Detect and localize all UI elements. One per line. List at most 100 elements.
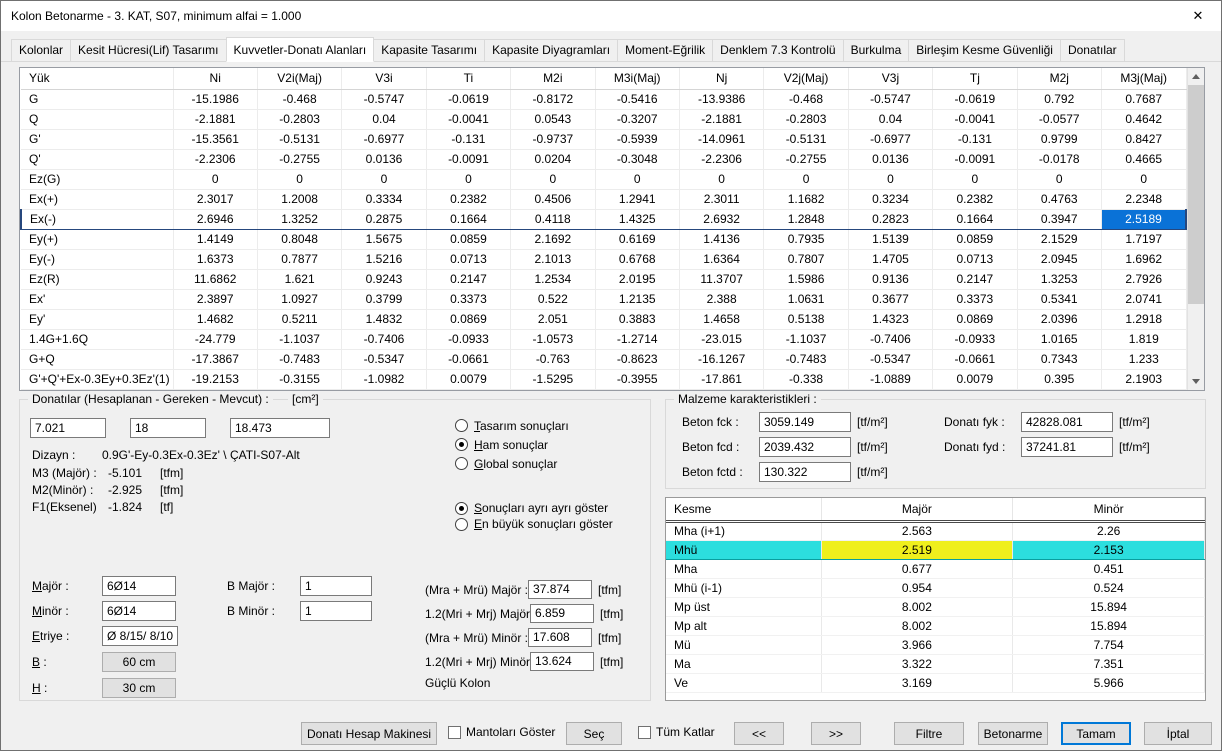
forces-cell[interactable]: 0.6169 bbox=[595, 229, 679, 249]
forces-row-10[interactable]: Ez(R)11.68621.6210.92430.21471.25342.019… bbox=[21, 269, 1186, 289]
shear-row-7[interactable]: Mü3.9667.754 bbox=[666, 635, 1205, 654]
capacity-value-field[interactable]: 17.608 bbox=[528, 628, 592, 647]
forces-row-11[interactable]: Ex'2.38971.09270.37990.33730.5221.21352.… bbox=[21, 289, 1186, 309]
forces-cell[interactable]: 0 bbox=[511, 169, 595, 189]
forces-cell[interactable]: 2.0195 bbox=[595, 269, 679, 289]
forces-cell[interactable]: 0.3334 bbox=[342, 189, 426, 209]
forces-cell[interactable]: 1.4832 bbox=[342, 309, 426, 329]
ok-button[interactable]: Tamam bbox=[1061, 722, 1131, 745]
material-value-field[interactable]: 2039.432 bbox=[759, 437, 851, 457]
forces-cell[interactable]: 0.2382 bbox=[933, 189, 1017, 209]
forces-cell[interactable]: 2.0945 bbox=[1017, 249, 1101, 269]
major-rebar-field[interactable]: 6Ø14 bbox=[102, 576, 176, 596]
forces-cell[interactable]: 1.4682 bbox=[173, 309, 257, 329]
radio-display-mode-2[interactable]: En büyük sonuçları göster bbox=[455, 516, 613, 532]
forces-cell[interactable]: -15.3561 bbox=[173, 129, 257, 149]
forces-cell[interactable]: 1.5986 bbox=[764, 269, 848, 289]
forces-cell[interactable]: 0 bbox=[679, 169, 763, 189]
rebar-calculator-button[interactable]: Donatı Hesap Makinesi bbox=[301, 722, 437, 745]
forces-row-7[interactable]: Ex(-)2.69461.32520.28750.16640.41181.432… bbox=[21, 209, 1186, 229]
forces-cell[interactable]: -0.468 bbox=[257, 89, 341, 109]
tab-10[interactable]: Donatılar bbox=[1060, 39, 1125, 61]
forces-cell[interactable]: 0.0713 bbox=[933, 249, 1017, 269]
forces-cell[interactable]: -17.3867 bbox=[173, 349, 257, 369]
forces-cell[interactable]: 0.4118 bbox=[511, 209, 595, 229]
forces-cell[interactable]: 1.0631 bbox=[764, 289, 848, 309]
forces-cell[interactable]: -0.0091 bbox=[933, 149, 1017, 169]
stirrup-field[interactable]: Ø 8/15/ 8/10 bbox=[102, 626, 178, 646]
forces-cell[interactable]: -0.3155 bbox=[257, 369, 341, 389]
tab-4[interactable]: Kapasite Tasarımı bbox=[373, 39, 485, 61]
forces-cell[interactable]: 1.3252 bbox=[257, 209, 341, 229]
forces-cell[interactable]: -16.1267 bbox=[679, 349, 763, 369]
forces-cell[interactable]: 1.4325 bbox=[595, 209, 679, 229]
forces-cell[interactable]: -0.763 bbox=[511, 349, 595, 369]
forces-cell[interactable]: 0.4506 bbox=[511, 189, 595, 209]
forces-row-5[interactable]: Ez(G)000000000000 bbox=[21, 169, 1186, 189]
forces-cell[interactable]: 1.4323 bbox=[848, 309, 932, 329]
forces-cell[interactable]: -0.0091 bbox=[426, 149, 510, 169]
forces-cell[interactable]: 2.1529 bbox=[1017, 229, 1101, 249]
forces-cell[interactable]: 0.2147 bbox=[933, 269, 1017, 289]
shear-row-1[interactable]: Mha (i+1)2.5632.26 bbox=[666, 521, 1205, 540]
forces-cell[interactable]: -1.0573 bbox=[511, 329, 595, 349]
forces-cell[interactable]: 1.4149 bbox=[173, 229, 257, 249]
shear-row-3[interactable]: Mha0.6770.451 bbox=[666, 559, 1205, 578]
forces-cell[interactable]: 2.3011 bbox=[679, 189, 763, 209]
forces-cell[interactable]: -0.2755 bbox=[764, 149, 848, 169]
forces-cell[interactable]: 0.1664 bbox=[426, 209, 510, 229]
forces-cell[interactable]: 0.0136 bbox=[848, 149, 932, 169]
forces-cell[interactable]: 0.0859 bbox=[426, 229, 510, 249]
forces-cell[interactable]: 2.6946 bbox=[173, 209, 257, 229]
forces-cell[interactable]: 0.0136 bbox=[342, 149, 426, 169]
forces-cell[interactable]: 0.0713 bbox=[426, 249, 510, 269]
shear-row-2[interactable]: Mhü2.5192.153 bbox=[666, 540, 1205, 559]
forces-cell[interactable]: 2.1692 bbox=[511, 229, 595, 249]
titlebar[interactable]: Kolon Betonarme - 3. KAT, S07, minimum a… bbox=[1, 1, 1221, 31]
forces-cell[interactable]: 2.3897 bbox=[173, 289, 257, 309]
next-button[interactable]: >> bbox=[811, 722, 861, 745]
tab-5[interactable]: Kapasite Diyagramları bbox=[484, 39, 618, 61]
forces-cell[interactable]: 0.04 bbox=[342, 109, 426, 129]
forces-row-12[interactable]: Ey'1.46820.52111.48320.08692.0510.38831.… bbox=[21, 309, 1186, 329]
forces-cell[interactable]: -0.0661 bbox=[933, 349, 1017, 369]
forces-cell[interactable]: 0 bbox=[595, 169, 679, 189]
forces-cell[interactable]: 2.6932 bbox=[679, 209, 763, 229]
forces-cell[interactable]: -0.7406 bbox=[342, 329, 426, 349]
forces-cell[interactable]: 1.1682 bbox=[764, 189, 848, 209]
minor-rebar-field[interactable]: 6Ø14 bbox=[102, 601, 176, 621]
forces-cell[interactable]: 0 bbox=[173, 169, 257, 189]
forces-cell[interactable]: -0.131 bbox=[426, 129, 510, 149]
forces-cell[interactable]: -1.2714 bbox=[595, 329, 679, 349]
forces-cell[interactable]: 2.388 bbox=[679, 289, 763, 309]
forces-cell[interactable]: -19.2153 bbox=[173, 369, 257, 389]
forces-cell[interactable]: -0.2803 bbox=[257, 109, 341, 129]
forces-cell[interactable]: 0.2147 bbox=[426, 269, 510, 289]
forces-cell[interactable]: -0.5347 bbox=[342, 349, 426, 369]
forces-cell[interactable]: -0.5747 bbox=[848, 89, 932, 109]
vertical-scrollbar[interactable] bbox=[1187, 68, 1204, 390]
forces-cell[interactable]: 0.3799 bbox=[342, 289, 426, 309]
forces-cell[interactable]: 1.4136 bbox=[679, 229, 763, 249]
capacity-value-field[interactable]: 37.874 bbox=[528, 580, 592, 599]
forces-cell[interactable]: 1.2918 bbox=[1101, 309, 1186, 329]
forces-cell[interactable]: -0.0619 bbox=[933, 89, 1017, 109]
forces-cell[interactable]: 0 bbox=[342, 169, 426, 189]
forces-cell[interactable]: 0.2382 bbox=[426, 189, 510, 209]
tab-6[interactable]: Moment-Eğrilik bbox=[617, 39, 713, 61]
forces-cell[interactable]: -2.1881 bbox=[173, 109, 257, 129]
forces-cell[interactable]: 1.5139 bbox=[848, 229, 932, 249]
forces-cell[interactable]: 0.4665 bbox=[1101, 149, 1186, 169]
forces-row-6[interactable]: Ex(+)2.30171.20080.33340.23820.45061.294… bbox=[21, 189, 1186, 209]
forces-cell[interactable]: 0.7877 bbox=[257, 249, 341, 269]
forces-cell[interactable]: 0 bbox=[1101, 169, 1186, 189]
forces-cell[interactable]: 0.6768 bbox=[595, 249, 679, 269]
shear-row-9[interactable]: Ve3.1695.966 bbox=[666, 673, 1205, 692]
forces-cell[interactable]: -0.3955 bbox=[595, 369, 679, 389]
forces-cell[interactable]: 0.9136 bbox=[848, 269, 932, 289]
forces-cell[interactable]: -0.131 bbox=[933, 129, 1017, 149]
select-button[interactable]: Seç bbox=[566, 722, 622, 745]
forces-cell[interactable]: -1.0982 bbox=[342, 369, 426, 389]
forces-cell[interactable]: -0.468 bbox=[764, 89, 848, 109]
forces-cell[interactable]: 1.6364 bbox=[679, 249, 763, 269]
